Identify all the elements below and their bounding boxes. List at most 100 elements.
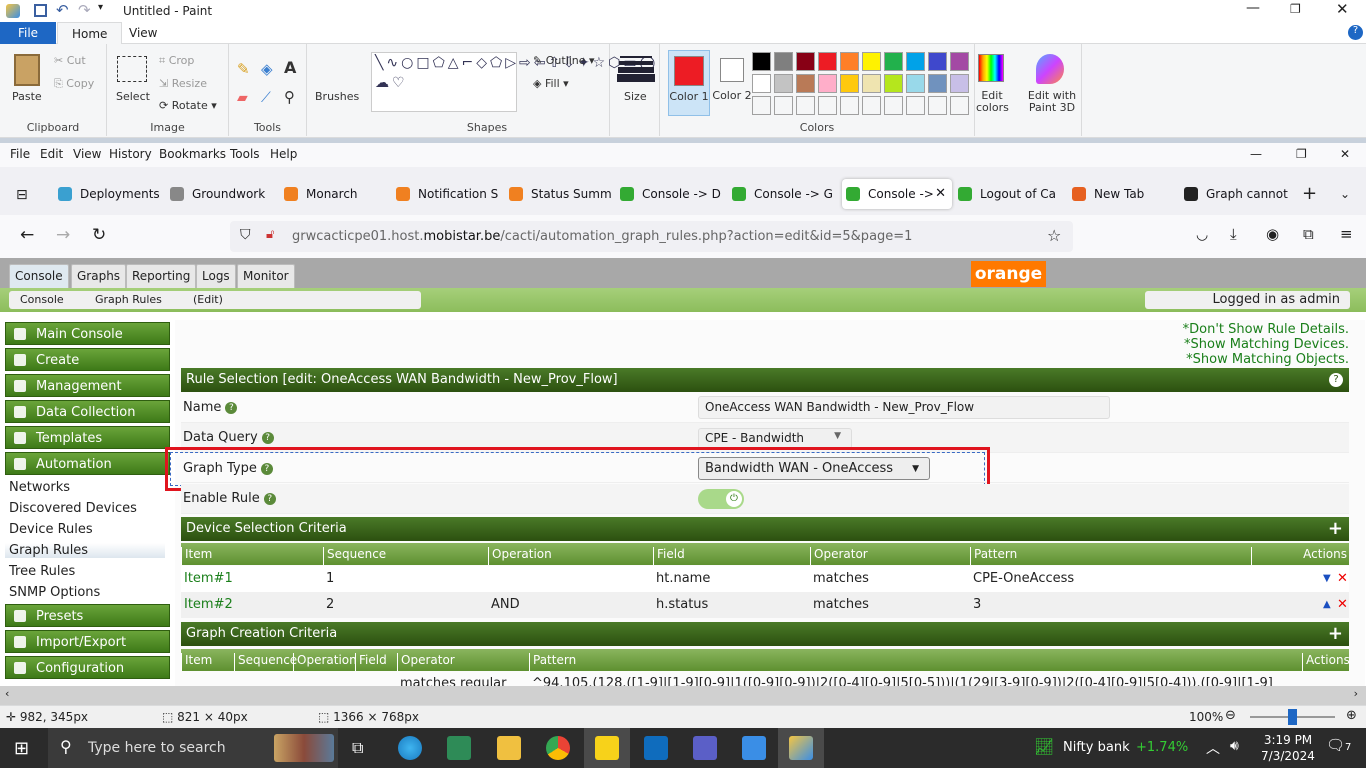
browser-tab[interactable]: Logout of Ca — [954, 179, 1064, 209]
teams-icon[interactable] — [693, 736, 717, 760]
remote-desktop-icon[interactable] — [742, 736, 766, 760]
custom-color-slot[interactable] — [818, 96, 837, 115]
copy-button[interactable]: ⎘ Copy — [54, 77, 94, 91]
tab-graphs[interactable]: Graphs — [71, 264, 127, 288]
rotate-button[interactable]: ⟳ Rotate ▾ — [159, 99, 217, 112]
column-header[interactable]: Operator — [810, 547, 868, 565]
custom-color-slot[interactable] — [862, 96, 881, 115]
save-icon[interactable] — [34, 4, 47, 17]
back-button[interactable]: ← — [20, 225, 34, 245]
sidebar-header[interactable]: Data Collection — [5, 400, 170, 423]
crop-button[interactable]: ⌗ Crop — [159, 54, 194, 68]
sidebar-item[interactable]: Tree Rules — [9, 564, 75, 579]
show-hidden-icons[interactable]: ︿ — [1206, 738, 1220, 758]
palette-color-swatch[interactable] — [796, 74, 815, 93]
insecure-lock-icon[interactable]: 🔓︎ — [266, 227, 274, 242]
zoom-slider-thumb[interactable] — [1288, 709, 1297, 725]
color1-button[interactable]: Color 1 — [668, 50, 710, 116]
redo-icon[interactable]: ↷ — [78, 1, 91, 19]
palette-color-swatch[interactable] — [906, 52, 925, 71]
palette-color-swatch[interactable] — [818, 52, 837, 71]
help-icon[interactable]: ? — [225, 401, 238, 414]
delete-icon[interactable]: ✕ — [1337, 571, 1348, 586]
palette-color-swatch[interactable] — [752, 52, 771, 71]
shapes-gallery[interactable]: ╲∿○□⬠△⌐◇⬠▷⇨⇦⇧⇩✦☆⬡▭◯☁♡ — [371, 52, 655, 112]
tab-reporting[interactable]: Reporting — [126, 264, 197, 288]
browser-tab[interactable]: Console -> G — [728, 179, 838, 209]
browser-maximize-button[interactable]: ❐ — [1296, 147, 1307, 161]
horizontal-scrollbar[interactable]: ‹ › — [0, 686, 1366, 705]
bookmark-star-icon[interactable]: ☆ — [1047, 226, 1061, 245]
data-query-select[interactable]: CPE - Bandwidth ▼ — [698, 428, 852, 449]
show-matching-devices-link[interactable]: *Show Matching Devices. — [1000, 337, 1349, 352]
palette-color-swatch[interactable] — [884, 74, 903, 93]
help-icon[interactable]: ? — [261, 431, 274, 444]
sticky-notes-active[interactable] — [584, 728, 630, 768]
pocket-icon[interactable]: ◡ — [1196, 227, 1208, 243]
column-header[interactable]: Item — [181, 547, 212, 565]
edit-colors-button[interactable]: Edit colors — [976, 90, 1009, 114]
paint3d-icon[interactable] — [1036, 54, 1064, 84]
resize-button[interactable]: ⇲ Resize — [159, 77, 207, 90]
downloads-icon[interactable]: ⤓ — [1230, 225, 1237, 243]
column-header[interactable]: Operator — [397, 653, 455, 671]
reload-button[interactable]: ↻ — [92, 225, 106, 245]
select-button[interactable]: Select — [116, 90, 150, 103]
tab-logs[interactable]: Logs — [196, 264, 236, 288]
palette-color-swatch[interactable] — [796, 52, 815, 71]
sidebar-item[interactable]: Networks — [9, 480, 70, 495]
edit-colors-icon[interactable] — [978, 54, 1004, 82]
tab-list-button[interactable]: ⌄ — [1340, 187, 1350, 201]
column-header[interactable]: Actions — [1251, 547, 1349, 565]
fill-bucket-icon[interactable]: ◈ — [261, 60, 273, 78]
add-graph-criteria-button[interactable]: + — [1328, 622, 1343, 646]
outline-button[interactable]: ✎ Outline ▾ — [533, 54, 595, 67]
help-icon[interactable]: ? — [1348, 25, 1363, 40]
account-icon[interactable]: ◉ — [1266, 225, 1279, 243]
sidebar-header[interactable]: Import/Export — [5, 630, 170, 653]
help-icon[interactable]: ? — [263, 492, 276, 505]
sidebar-item[interactable]: Graph Rules — [5, 543, 165, 558]
scroll-left-icon[interactable]: ‹ — [5, 687, 9, 700]
palette-color-swatch[interactable] — [862, 52, 881, 71]
tab-view[interactable]: View — [115, 22, 171, 44]
sidebar-header[interactable]: Presets — [5, 604, 170, 627]
clock[interactable]: 3:19 PM 7/3/2024 — [1258, 732, 1318, 764]
palette-color-swatch[interactable] — [840, 52, 859, 71]
column-header[interactable]: Sequence — [234, 653, 297, 671]
palette-color-swatch[interactable] — [774, 74, 793, 93]
fill-button[interactable]: ◈ Fill ▾ — [533, 77, 569, 90]
text-icon[interactable]: A — [284, 58, 296, 77]
sidebar-header[interactable]: Management — [5, 374, 170, 397]
palette-color-swatch[interactable] — [884, 52, 903, 71]
paste-button[interactable]: Paste — [12, 90, 42, 103]
taskbar-search-box[interactable]: ⚲ Type here to search — [48, 728, 338, 768]
column-header[interactable]: Field — [355, 653, 387, 671]
item-link[interactable]: Item#2 — [184, 597, 233, 612]
edit-with-paint3d-button[interactable]: Edit with Paint 3D — [1024, 90, 1080, 114]
palette-color-swatch[interactable] — [840, 74, 859, 93]
browser-tab[interactable]: Console -> ✕ — [842, 179, 952, 209]
browser-tab[interactable]: Groundwork — [166, 179, 276, 209]
column-header[interactable]: Field — [653, 547, 685, 565]
menu-bookmarks[interactable]: Bookmarks — [159, 147, 226, 161]
palette-color-swatch[interactable] — [774, 52, 793, 71]
brushes-icon[interactable] — [319, 54, 351, 86]
sidebar-header[interactable]: Create — [5, 348, 170, 371]
custom-color-slot[interactable] — [928, 96, 947, 115]
maximize-button[interactable]: ❐ — [1290, 2, 1301, 16]
eraser-icon[interactable]: ▰ — [237, 90, 248, 106]
file-explorer-icon[interactable] — [497, 736, 521, 760]
paint-taskbar-active[interactable] — [778, 728, 824, 768]
edge-icon[interactable] — [398, 736, 422, 760]
palette-color-swatch[interactable] — [928, 52, 947, 71]
delete-icon[interactable]: ✕ — [1337, 597, 1348, 612]
zoom-in-button[interactable]: ⊕ — [1346, 708, 1357, 723]
quick-access-dropdown-icon[interactable]: ▾ — [98, 2, 103, 13]
paste-icon[interactable] — [14, 54, 40, 86]
size-icon[interactable] — [620, 56, 652, 58]
sidebar-header[interactable]: Automation — [5, 452, 170, 475]
browser-tab[interactable]: Monarch — [280, 179, 390, 209]
palette-color-swatch[interactable] — [752, 74, 771, 93]
custom-color-slot[interactable] — [906, 96, 925, 115]
